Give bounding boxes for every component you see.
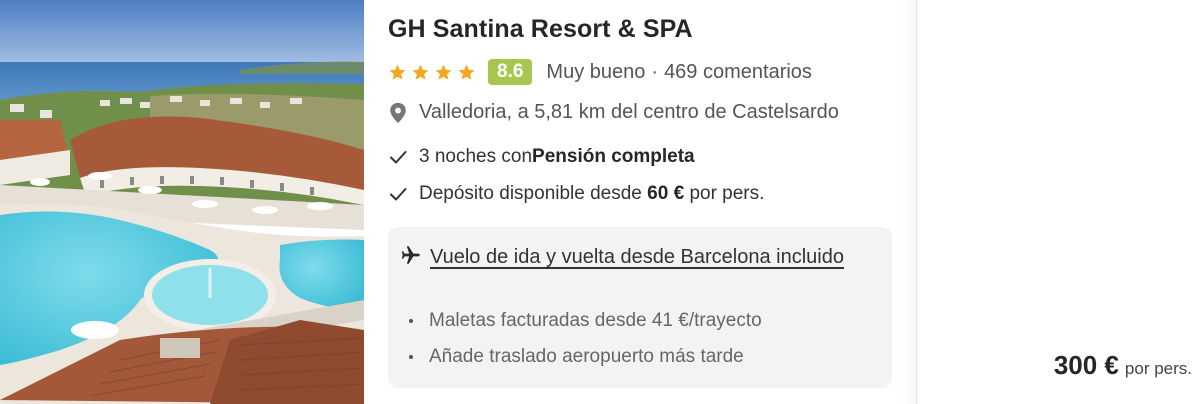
feature-prefix: Depósito disponible desde bbox=[419, 183, 642, 204]
bullet-dot bbox=[409, 319, 413, 323]
reviews-count[interactable]: 469 comentarios bbox=[664, 61, 812, 84]
rating-row: 8.6 Muy bueno · 469 comentarios bbox=[388, 58, 812, 86]
hotel-photo[interactable] bbox=[0, 0, 364, 404]
feature-board: 3 noches con Pensión completa bbox=[388, 146, 695, 168]
hotel-details: GH Santina Resort & SPA 8.6 Muy bueno · … bbox=[388, 0, 898, 404]
check-icon bbox=[390, 151, 407, 164]
flight-link[interactable]: Vuelo de ida y vuelta desde Barcelona in… bbox=[430, 242, 850, 272]
feature-prefix: 3 noches con bbox=[419, 146, 533, 167]
bullet-dot bbox=[409, 355, 413, 359]
location-row: Valledoria, a 5,81 km del centro de Cast… bbox=[388, 100, 839, 124]
price[interactable]: 300 € por pers. bbox=[1054, 350, 1192, 381]
flight-bullet-luggage: Maletas facturadas desde 41 €/trayecto bbox=[388, 310, 762, 332]
feature-bold: Pensión completa bbox=[532, 146, 695, 167]
check-icon bbox=[390, 188, 407, 201]
score-badge: 8.6 bbox=[488, 59, 533, 85]
map-pin-icon bbox=[390, 102, 406, 124]
bullet-text: Maletas facturadas desde 41 €/trayecto bbox=[429, 310, 762, 331]
bullet-text: Añade traslado aeropuerto más tarde bbox=[429, 346, 744, 367]
star-rating bbox=[388, 63, 476, 82]
flight-bullet-transfer: Añade traslado aeropuerto más tarde bbox=[388, 346, 744, 368]
price-column: 300 € por pers. bbox=[901, 0, 1202, 404]
price-unit: por pers. bbox=[1124, 359, 1192, 378]
feature-suffix: por pers. bbox=[689, 183, 765, 204]
star-icon bbox=[435, 64, 452, 80]
hotel-name[interactable]: GH Santina Resort & SPA bbox=[388, 15, 693, 44]
flight-info-box: Vuelo de ida y vuelta desde Barcelona in… bbox=[388, 227, 892, 388]
airplane-icon bbox=[401, 246, 420, 264]
star-icon bbox=[389, 64, 406, 80]
feature-deposit: Depósito disponible desde 60 € por pers. bbox=[388, 183, 764, 205]
price-amount: 300 € bbox=[1053, 350, 1119, 380]
location-text: Valledoria, a 5,81 km del centro de Cast… bbox=[419, 100, 839, 123]
score-label: Muy bueno bbox=[546, 60, 646, 83]
star-icon bbox=[412, 64, 429, 80]
star-icon bbox=[458, 64, 475, 80]
feature-bold: 60 € bbox=[647, 183, 685, 204]
separator: · bbox=[651, 60, 659, 83]
hotel-card[interactable]: GH Santina Resort & SPA 8.6 Muy bueno · … bbox=[0, 0, 1202, 404]
